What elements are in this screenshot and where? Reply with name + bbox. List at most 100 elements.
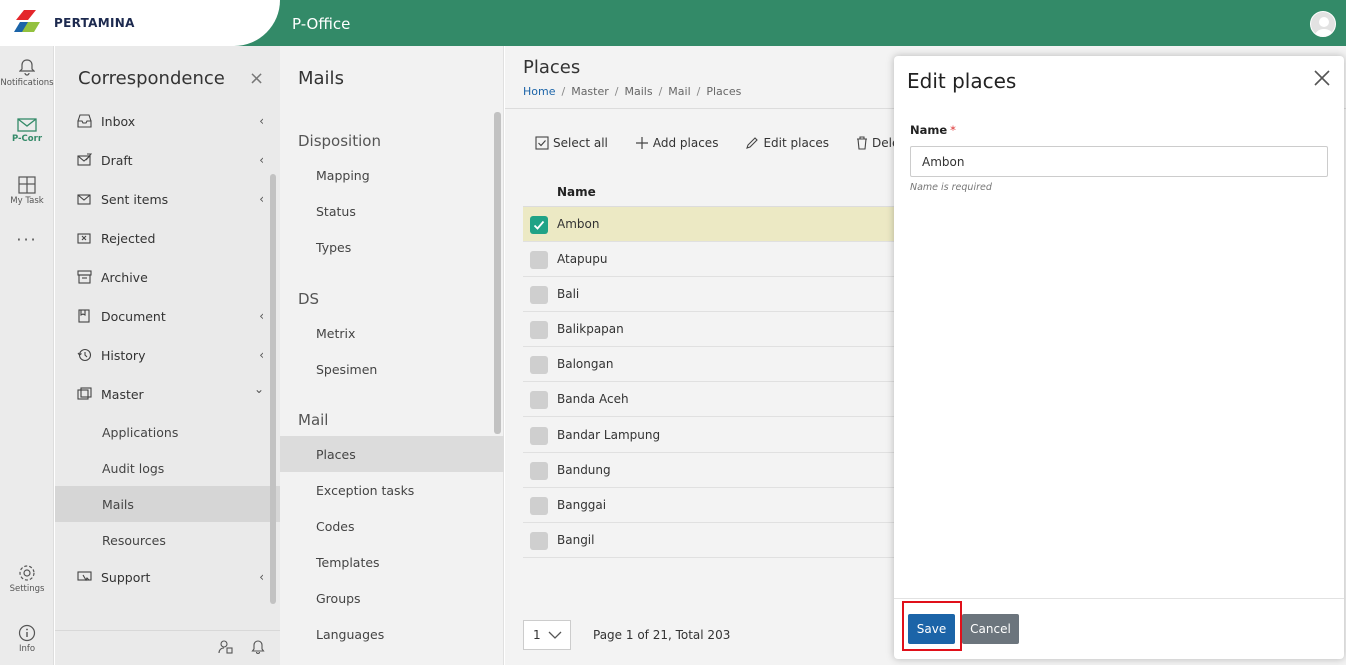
nav-document[interactable]: Document ‹ [55,298,280,334]
correspondence-scrollbar[interactable] [270,174,276,604]
row-name: Bangil [557,533,595,547]
nav-inbox[interactable]: Inbox ‹ [55,103,280,139]
table-row[interactable]: Bandar Lampung [523,418,913,453]
nav-document-label: Document [101,308,166,324]
rail-pcorr-label: P-Corr [11,134,43,144]
rail-settings[interactable]: Settings [0,564,54,594]
table-row[interactable]: Bangil [523,523,913,558]
name-input[interactable] [910,146,1328,177]
cancel-button[interactable]: Cancel [962,614,1019,644]
breadcrumb-places: Places [706,85,742,98]
row-checkbox[interactable] [530,286,548,304]
dialog-title: Edit places [907,69,1017,93]
nav-codes[interactable]: Codes [280,508,504,544]
nav-sent-items-label: Sent items [101,191,169,207]
nav-spesimen[interactable]: Spesimen [280,351,504,387]
table-row[interactable]: Balikpapan [523,312,913,347]
checkbox-icon [535,136,549,150]
nav-groups[interactable]: Groups [280,580,504,616]
group-ds: DS [298,290,320,308]
nav-places[interactable]: Places [280,436,504,472]
rail-info[interactable]: Info [0,624,54,654]
chevron-left-icon: ‹ [259,114,264,128]
row-checkbox[interactable] [530,251,548,269]
pertamina-logo[interactable]: PERTAMINA [14,10,135,36]
table-row[interactable]: Balongan [523,347,913,382]
plus-icon [635,137,648,149]
chevron-down-icon: ⌄ [253,382,264,396]
save-button[interactable]: Save [908,614,955,644]
edit-places-button[interactable]: Edit places [745,136,829,150]
nav-templates[interactable]: Templates [280,544,504,580]
table-row[interactable]: Bandung [523,453,913,488]
close-panel-icon[interactable]: × [249,68,264,89]
nav-sent-items[interactable]: Sent items ‹ [55,181,280,217]
breadcrumb-home[interactable]: Home [523,85,555,98]
breadcrumb-mail[interactable]: Mail [668,85,690,98]
inbox-icon [76,113,92,129]
nav-types[interactable]: Types [280,229,504,265]
close-icon[interactable] [1312,68,1332,88]
nav-master-applications[interactable]: Applications [55,414,280,450]
nav-master-mails[interactable]: Mails [55,486,280,522]
rail-notifications-label: Notifications [0,78,54,88]
pagination: 1 Page 1 of 21, Total 203 [523,620,730,650]
nav-status[interactable]: Status [280,193,504,229]
table-row[interactable]: Banda Aceh [523,382,913,417]
row-checkbox[interactable] [530,497,548,515]
rail-mytask[interactable]: My Task [0,176,54,206]
nav-support-label: Support [101,569,151,585]
checkmark-icon [533,220,545,230]
breadcrumb-master[interactable]: Master [571,85,609,98]
nav-master-resources[interactable]: Resources [55,522,280,558]
nav-support[interactable]: Support ‹ [55,559,280,595]
top-bar: PERTAMINA P-Office [0,0,1346,46]
nav-history-label: History [101,347,146,363]
table-row[interactable]: Banggai [523,488,913,523]
add-places-button[interactable]: Add places [635,136,718,150]
row-checkbox[interactable] [530,321,548,339]
chevron-left-icon: ‹ [259,348,264,362]
nav-archive[interactable]: Archive [55,259,280,295]
table-row[interactable]: Ambon [523,207,913,242]
breadcrumb-mails[interactable]: Mails [625,85,653,98]
table-row[interactable]: Bali [523,277,913,312]
user-avatar[interactable] [1310,11,1336,37]
table-row[interactable]: Atapupu [523,242,913,277]
rail-pcorr[interactable]: P-Corr [0,118,54,144]
row-checkbox[interactable] [530,216,548,234]
document-icon [76,308,92,324]
page-select[interactable]: 1 [523,620,571,650]
row-checkbox[interactable] [530,532,548,550]
nav-master[interactable]: Master ⌄ [55,376,280,412]
support-icon [76,569,92,585]
row-checkbox[interactable] [530,391,548,409]
nav-mapping[interactable]: Mapping [280,157,504,193]
rail-notifications[interactable]: Notifications [0,58,54,88]
nav-master-audit-logs[interactable]: Audit logs [55,450,280,486]
mails-scrollbar[interactable] [494,112,501,434]
user-settings-icon[interactable] [218,639,234,655]
rail-more[interactable]: ··· [0,230,54,249]
archive-icon [76,269,92,285]
nav-draft[interactable]: Draft ‹ [55,142,280,178]
bell-icon[interactable] [251,639,265,655]
select-all-button[interactable]: Select all [535,136,608,150]
row-name: Banda Aceh [557,392,629,406]
mail-icon [17,118,37,132]
edit-places-dialog: Edit places Name* Name is required Save … [894,56,1344,659]
row-checkbox[interactable] [530,356,548,374]
row-checkbox[interactable] [530,462,548,480]
nav-history[interactable]: History ‹ [55,337,280,373]
row-name: Bandung [557,463,611,477]
nav-languages[interactable]: Languages [280,616,504,652]
master-icon [76,386,92,402]
logo-area: PERTAMINA [0,0,328,46]
nav-rejected[interactable]: Rejected [55,220,280,256]
column-name-header[interactable]: Name [557,185,596,199]
correspondence-title: Correspondence [78,68,225,89]
pagination-summary: Page 1 of 21, Total 203 [593,628,731,642]
nav-exception-tasks[interactable]: Exception tasks [280,472,504,508]
row-checkbox[interactable] [530,427,548,445]
nav-metrix[interactable]: Metrix [280,315,504,351]
